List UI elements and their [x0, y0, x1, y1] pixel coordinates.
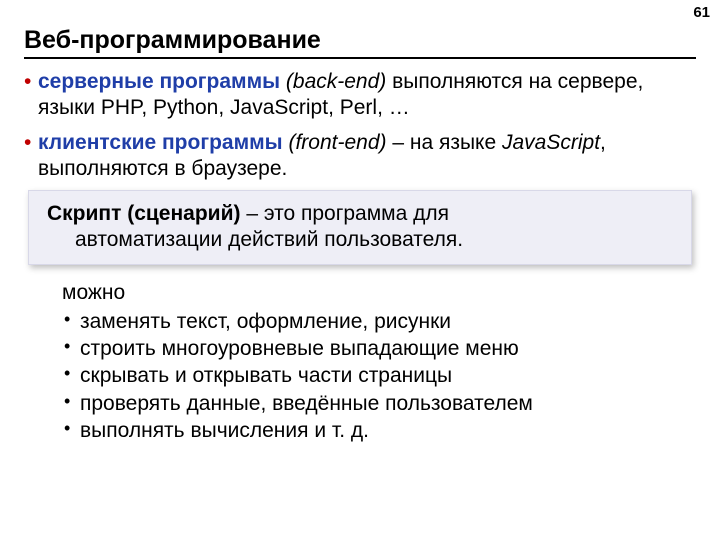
text: – на языке — [387, 131, 503, 154]
list-item: клиентские программы (front-end) – на яз… — [24, 130, 696, 183]
definition-callout: Скрипт (сценарий) – это программа для ав… — [28, 190, 692, 265]
list-item: выполнять вычисления и т. д. — [62, 417, 696, 444]
highlight-term: серверные программы — [38, 70, 280, 93]
callout-text: – это программа для — [240, 202, 449, 225]
list-item: проверять данные, введённые пользователе… — [62, 390, 696, 417]
sub-heading: можно — [62, 279, 696, 306]
sub-bullet-list: заменять текст, оформление, рисунки стро… — [62, 308, 696, 444]
list-item: скрывать и открывать части страницы — [62, 362, 696, 389]
callout-text: автоматизации действий пользователя. — [47, 227, 675, 253]
page-title: Веб-программирование — [24, 26, 696, 55]
title-block: Веб-программирование — [24, 26, 696, 59]
page-number: 61 — [693, 4, 710, 21]
main-bullet-list: серверные программы (back-end) выполняют… — [24, 69, 696, 182]
paren-term: (front-end) — [288, 131, 386, 154]
italic-term: JavaScript — [502, 131, 600, 154]
paren-term: (back-end) — [286, 70, 386, 93]
list-item: серверные программы (back-end) выполняют… — [24, 69, 696, 122]
sub-section: можно заменять текст, оформление, рисунк… — [62, 279, 696, 445]
list-item: строить многоуровневые выпадающие меню — [62, 335, 696, 362]
highlight-term: клиентские программы — [38, 131, 283, 154]
callout-lead: Скрипт (сценарий) — [47, 202, 240, 225]
list-item: заменять текст, оформление, рисунки — [62, 308, 696, 335]
